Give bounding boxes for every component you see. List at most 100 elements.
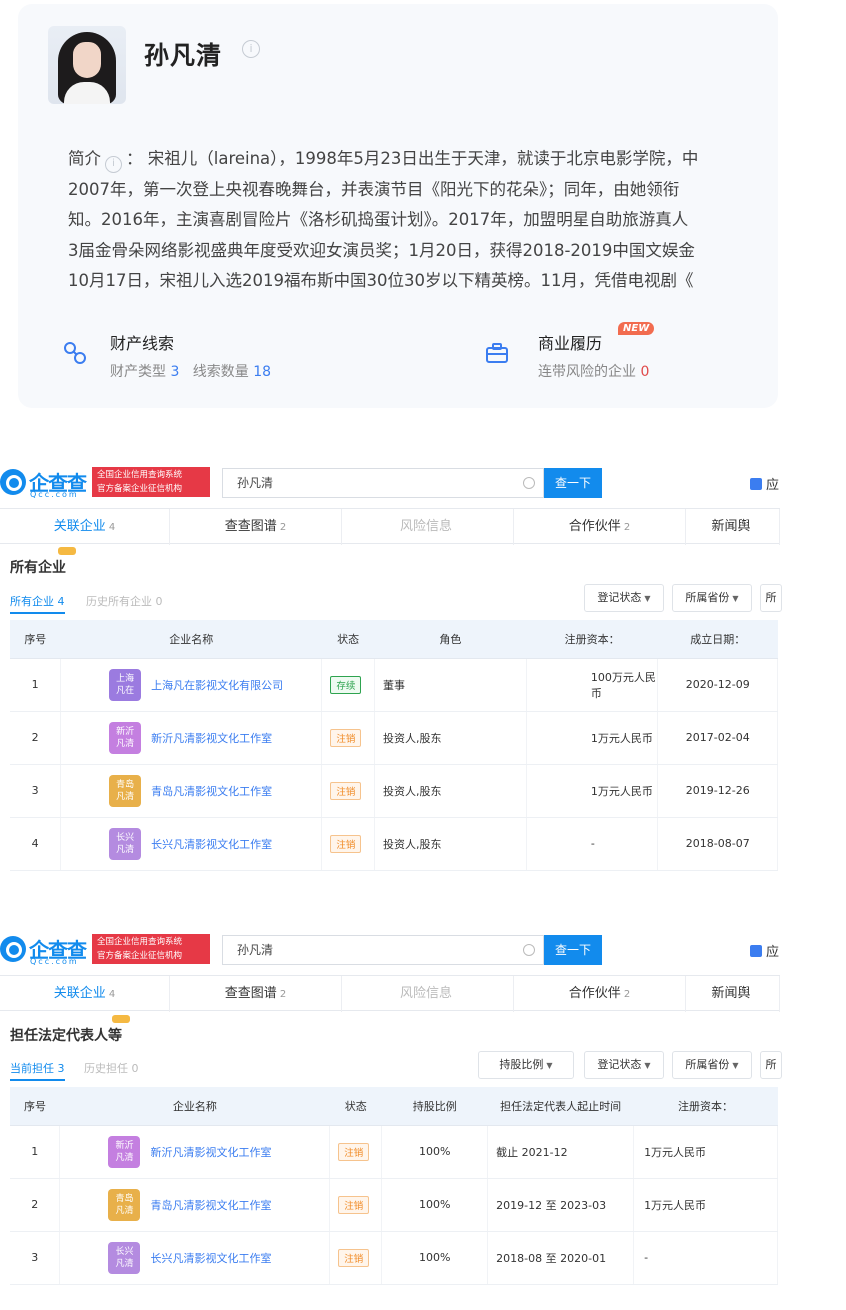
search-button[interactable]: 查一下	[544, 468, 602, 498]
chevron-down-icon: ▼	[732, 1061, 739, 1070]
clear-icon[interactable]	[523, 944, 535, 956]
period-cell: 截止 2021-12	[487, 1125, 635, 1179]
qcc-panel-companies: 企查查 Qcc.com 全国企业信用查询系统 官方备案企业征信机构 孙凡清 查一下…	[0, 466, 782, 876]
capital-cell: 1万元人民币	[633, 1178, 778, 1232]
company-cell: 新沂 凡清 新沂凡清影视文化工作室	[60, 711, 323, 765]
tab-item[interactable]: 风险信息	[342, 976, 514, 1012]
company-cell: 青岛 凡清 青岛凡清影视文化工作室	[60, 764, 323, 818]
filter-province[interactable]: 所属省份 ▼	[672, 1051, 752, 1079]
filter-status[interactable]: 登记状态 ▼	[584, 584, 664, 612]
search-input[interactable]: 孙凡清	[222, 935, 544, 965]
row-number: 3	[10, 1231, 61, 1285]
role-cell: 投资人,股东	[374, 764, 527, 818]
company-name-link[interactable]: 长兴凡清影视文化工作室	[151, 838, 272, 851]
status-cell: 存续	[321, 658, 375, 712]
company-logo[interactable]: 新沂 凡清	[108, 1135, 141, 1168]
subtab-history[interactable]: 历史所有企业 0	[86, 593, 163, 609]
qcc-panel-legal-rep: 企查查 Qcc.com 全国企业信用查询系统 官方备案企业征信机构 孙凡清 查一下…	[0, 933, 782, 1293]
filter-more[interactable]: 所	[760, 584, 782, 612]
date-cell: 2018-08-07	[657, 817, 778, 871]
table-row: 3 青岛 凡清 青岛凡清影视文化工作室 注销 投资人,股东 1万元人民币 2019-12-26	[10, 764, 778, 818]
tab-item[interactable]: 合作伙伴 2	[514, 976, 686, 1012]
info-icon[interactable]: i	[242, 40, 260, 58]
company-name-link[interactable]: 青岛凡清影视文化工作室	[151, 785, 272, 798]
tab-item[interactable]: 关联企业 4	[0, 976, 170, 1012]
company-name-link[interactable]: 上海凡在影视文化有限公司	[151, 679, 283, 692]
chevron-down-icon: ▼	[546, 1061, 553, 1070]
subtab-history[interactable]: 历史担任 0	[84, 1060, 139, 1076]
bio-line: 10月17日，宋祖儿入选2019福布斯中国30位30岁以下精英榜。11月，凭借电…	[68, 271, 694, 290]
app-icon[interactable]	[750, 478, 762, 490]
row-number: 1	[10, 658, 62, 712]
tab-item[interactable]: 关联企业 4	[0, 509, 170, 545]
date-cell: 2019-12-26	[657, 764, 778, 818]
bio-line: 简介 i： 宋祖儿（lareina），1998年5月23日出生于天津，就读于北京电…	[68, 144, 778, 175]
col-header: 注册资本：	[633, 1087, 778, 1126]
tab-item[interactable]: 合作伙伴 2	[514, 509, 686, 545]
filter-status[interactable]: 登记状态 ▼	[584, 1051, 664, 1079]
company-name-link[interactable]: 新沂凡清影视文化工作室	[151, 732, 272, 745]
capital-cell: 1万元人民币	[633, 1125, 778, 1179]
col-header: 状态	[321, 620, 375, 659]
company-logo[interactable]: 新沂 凡清	[109, 721, 142, 754]
briefcase-icon	[486, 343, 508, 363]
app-icon[interactable]	[750, 945, 762, 957]
filter-more[interactable]: 所	[760, 1051, 782, 1079]
col-header: 状态	[329, 1087, 382, 1126]
company-logo[interactable]: 上海 凡在	[109, 668, 142, 701]
bio-label: 简介	[68, 149, 101, 168]
ratio-cell: 100%	[381, 1178, 489, 1232]
status-cell: 注销	[321, 711, 375, 765]
table-row: 2 青岛 凡清 青岛凡清影视文化工作室 注销 100% 2019-12 至 2023-03 1…	[10, 1178, 778, 1232]
col-header: 企业名称	[59, 1087, 330, 1126]
tab-item[interactable]: 新闻舆	[686, 509, 780, 545]
info-icon[interactable]: i	[105, 156, 122, 173]
status-badge: 存续	[330, 675, 362, 694]
tab-item[interactable]: 风险信息	[342, 509, 514, 545]
bio-line: 3届金骨朵网络影视盛典年度受欢迎女演员奖；1月20日，获得2018-2019中国…	[68, 240, 695, 260]
col-header: 序号	[10, 620, 61, 659]
avatar[interactable]	[48, 26, 126, 104]
feature-stats: 连带风险的企业 0	[538, 364, 650, 380]
role-cell: 董事	[374, 658, 527, 712]
feature-title[interactable]: 商业履历	[538, 330, 602, 354]
row-number: 2	[10, 711, 62, 765]
bio-text: 简介 i： 宋祖儿（lareina），1998年5月23日出生于天津，就读于北京电…	[68, 144, 778, 297]
row-number: 3	[10, 764, 62, 818]
search-input[interactable]: 孙凡清	[222, 468, 544, 498]
tab-bar: 关联企业 4 查查图谱 2 风险信息 合作伙伴 2 新闻舆	[0, 975, 780, 1012]
status-cell: 注销	[321, 764, 375, 818]
company-name-link[interactable]: 新沂凡清影视文化工作室	[150, 1146, 271, 1159]
company-name-link[interactable]: 长兴凡清影视文化工作室	[150, 1252, 271, 1265]
tab-item[interactable]: 查查图谱 2	[170, 509, 342, 545]
company-logo[interactable]: 长兴 凡清	[108, 1241, 141, 1274]
link-icon	[64, 342, 86, 364]
tab-item[interactable]: 查查图谱 2	[170, 976, 342, 1012]
search-button[interactable]: 查一下	[544, 935, 602, 965]
col-header: 担任法定代表人起止时间	[487, 1087, 634, 1126]
filter-province[interactable]: 所属省份 ▼	[672, 584, 752, 612]
app-link[interactable]: 应	[766, 941, 779, 960]
capital-cell: 1万元人民币	[526, 764, 659, 818]
companies-table: 序号 企业名称 状态 角色 注册资本： 成立日期： 1 上海 凡在 上海凡在影视文化有…	[10, 620, 778, 871]
capital-cell: -	[633, 1231, 778, 1285]
table-row: 1 新沂 凡清 新沂凡清影视文化工作室 注销 100% 截止 2021-12 1万元人民币	[10, 1125, 778, 1179]
company-name-link[interactable]: 青岛凡清影视文化工作室	[150, 1199, 271, 1212]
col-header: 成立日期：	[657, 620, 778, 659]
qcc-certification-badge: 全国企业信用查询系统 官方备案企业征信机构	[92, 467, 210, 497]
qcc-certification-badge: 全国企业信用查询系统 官方备案企业征信机构	[92, 934, 210, 964]
ratio-cell: 100%	[381, 1125, 489, 1179]
tab-item[interactable]: 新闻舆	[686, 976, 780, 1012]
company-logo[interactable]: 青岛 凡清	[108, 1188, 141, 1221]
clear-icon[interactable]	[523, 477, 535, 489]
capital-cell: 100万元人民币	[526, 658, 659, 712]
row-number: 1	[10, 1125, 61, 1179]
subtab-current[interactable]: 当前担任 3	[10, 1060, 65, 1081]
app-link[interactable]: 应	[766, 474, 779, 493]
subtab-current[interactable]: 所有企业 4	[10, 593, 65, 614]
filter-share-ratio[interactable]: 持股比例 ▼	[478, 1051, 574, 1079]
company-logo[interactable]: 长兴 凡清	[109, 827, 142, 860]
company-logo[interactable]: 青岛 凡清	[109, 774, 142, 807]
chevron-down-icon: ▼	[732, 594, 739, 603]
feature-title[interactable]: 财产线索	[110, 330, 174, 354]
